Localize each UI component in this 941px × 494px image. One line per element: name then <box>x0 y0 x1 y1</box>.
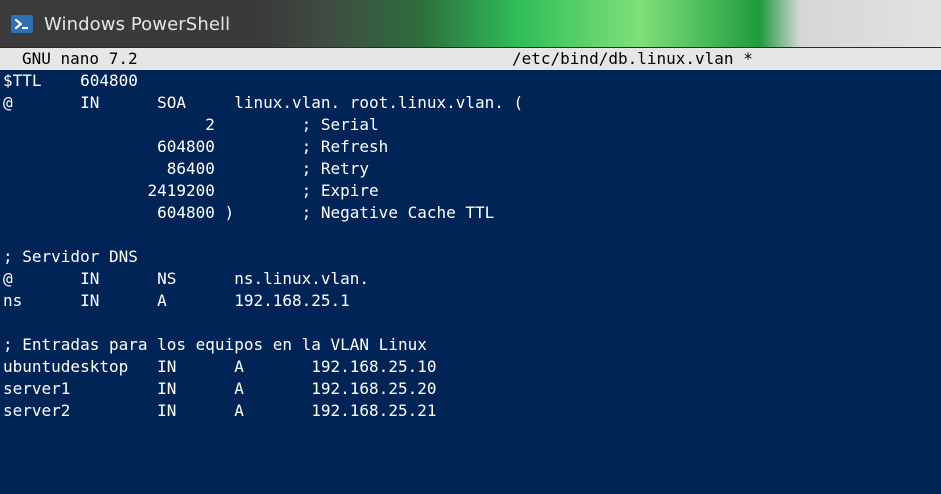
editor-line[interactable]: ; Servidor DNS <box>3 246 138 268</box>
editor-area[interactable]: $TTL 604800 @ IN SOA linux.vlan. root.li… <box>0 70 941 494</box>
editor-line[interactable]: 86400 ; Retry <box>3 158 369 180</box>
editor-line[interactable]: ubuntudesktop IN A 192.168.25.10 <box>3 356 436 378</box>
nano-header: GNU nano 7.2 /etc/bind/db.linux.vlan * <box>0 48 941 70</box>
editor-line[interactable]: 2 ; Serial <box>3 114 378 136</box>
title-bar[interactable]: Windows PowerShell <box>0 0 941 48</box>
editor-line[interactable]: ; Entradas para los equipos en la VLAN L… <box>3 334 427 356</box>
editor-line[interactable]: server2 IN A 192.168.25.21 <box>3 400 436 422</box>
powershell-icon <box>11 15 33 33</box>
nano-filename: /etc/bind/db.linux.vlan * <box>512 49 753 68</box>
title-area: Windows PowerShell <box>10 12 230 36</box>
editor-line[interactable]: 2419200 ; Expire <box>3 180 378 202</box>
nano-version: GNU nano 7.2 <box>22 49 138 68</box>
editor-line[interactable]: ns IN A 192.168.25.1 <box>3 290 350 312</box>
editor-line[interactable]: @ IN NS ns.linux.vlan. <box>3 268 369 290</box>
editor-line[interactable]: server1 IN A 192.168.25.20 <box>3 378 436 400</box>
editor-line[interactable]: @ IN SOA linux.vlan. root.linux.vlan. ( <box>3 92 523 114</box>
window-title: Windows PowerShell <box>44 13 231 35</box>
editor-line[interactable]: 604800 ) ; Negative Cache TTL <box>3 202 494 224</box>
editor-line[interactable]: $TTL 604800 <box>3 70 138 92</box>
powershell-window: Windows PowerShell GNU nano 7.2 /etc/bin… <box>0 0 941 494</box>
editor-line[interactable]: 604800 ; Refresh <box>3 136 388 158</box>
